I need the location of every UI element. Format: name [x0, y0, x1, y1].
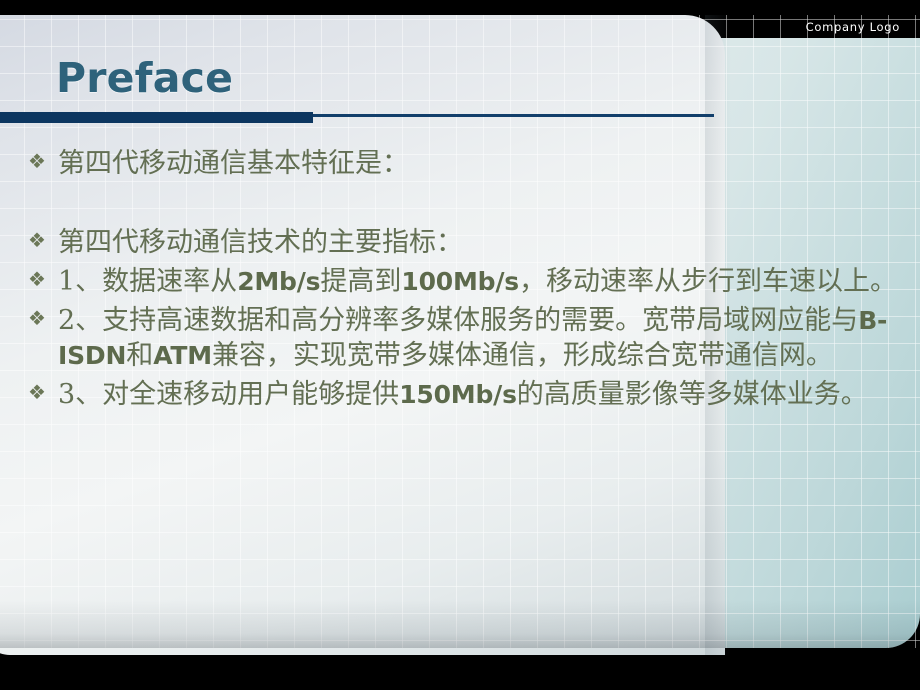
title-underline-thick: [0, 112, 313, 123]
presentation-slide: Company Logo Preface ❖ 第四代移动通信基本特征是： ❖ 第…: [0, 0, 920, 690]
slide-body: ❖ 第四代移动通信基本特征是： ❖ 第四代移动通信技术的主要指标： ❖ 1、数据…: [28, 146, 900, 413]
diamond-bullet-icon: ❖: [28, 228, 46, 253]
slide-title: Preface: [56, 54, 234, 102]
bullet-text-3: 1、数据速率从2Mb/s提高到100Mb/s，移动速率从步行到车速以上。: [58, 266, 897, 298]
company-logo-text: Company Logo: [805, 20, 900, 34]
bullet-text-1: 第四代移动通信基本特征是：: [58, 148, 409, 179]
bullet-item-1: ❖ 第四代移动通信基本特征是：: [28, 146, 900, 181]
bullet-text-5: 3、对全速移动用户能够提供150Mb/s的高质量影像等多媒体业务。: [58, 379, 868, 411]
bullet-item-4: ❖ 2、支持高速数据和高分辨率多媒体服务的需要。宽带局域网应能与B-ISDN和A…: [28, 303, 900, 373]
bullet-item-2: ❖ 第四代移动通信技术的主要指标：: [28, 225, 900, 260]
diamond-bullet-icon: ❖: [28, 380, 46, 405]
diamond-bullet-icon: ❖: [28, 306, 46, 331]
diamond-bullet-icon: ❖: [28, 149, 46, 173]
bullet-text-2: 第四代移动通信技术的主要指标：: [58, 227, 463, 259]
title-underline-thin: [313, 114, 714, 117]
bullet-text-4: 2、支持高速数据和高分辨率多媒体服务的需要。宽带局域网应能与B-ISDN和ATM…: [58, 305, 888, 372]
diamond-bullet-icon: ❖: [28, 267, 46, 292]
bullet-item-3: ❖ 1、数据速率从2Mb/s提高到100Mb/s，移动速率从步行到车速以上。: [28, 264, 900, 299]
bullet-item-5: ❖ 3、对全速移动用户能够提供150Mb/s的高质量影像等多媒体业务。: [28, 377, 900, 412]
